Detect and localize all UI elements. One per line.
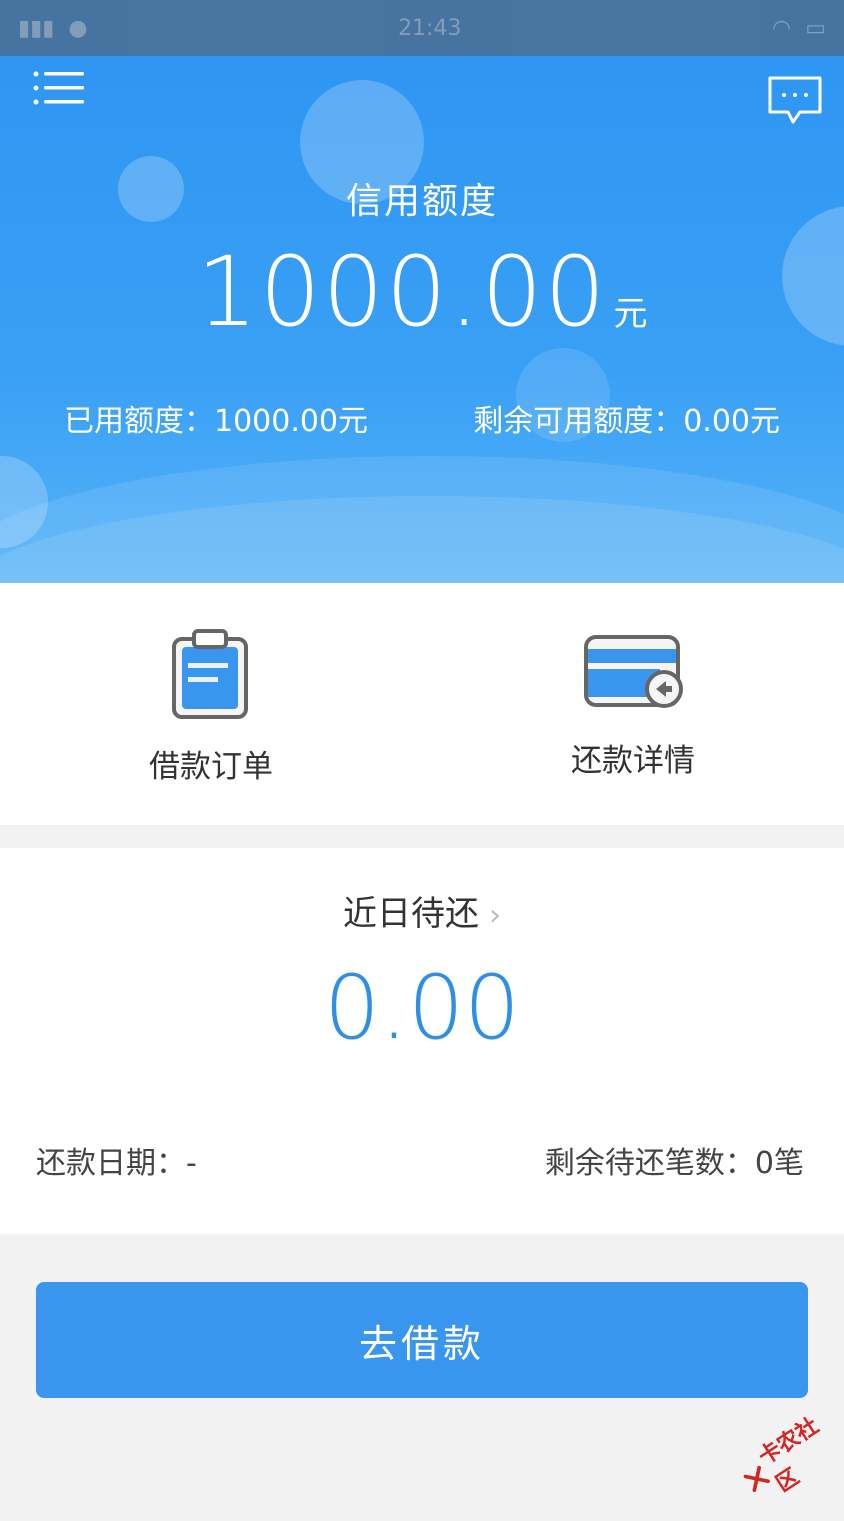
upcoming-due-title: 近日待还 (343, 894, 479, 934)
remaining-repayment-count: 剩余待还笔数：0笔 (544, 1146, 804, 1181)
repayment-details-label: 还款详情 (571, 743, 695, 779)
credit-limit-title: 信用额度 (345, 181, 498, 222)
loan-orders-label: 借款订单 (149, 749, 273, 785)
quick-actions-panel: 借款订单 还款详情 (0, 583, 844, 825)
loan-orders-button[interactable]: 借款订单 (0, 583, 422, 825)
repayment-date: 还款日期：- (36, 1146, 197, 1181)
signal-icon: ▮▮▮ (18, 15, 55, 41)
status-left: ▮▮▮ ● (18, 16, 88, 41)
upcoming-due-amount: 0.00 (324, 956, 520, 1059)
wifi-icon: ◠ (772, 15, 792, 41)
used-credit: 已用额度：1000.00元 (64, 404, 369, 439)
remaining-credit: 剩余可用额度：0.00元 (473, 404, 780, 439)
menu-icon (33, 71, 84, 105)
message-button[interactable] (766, 74, 824, 130)
upcoming-due-link[interactable]: 近日待还 › (0, 886, 844, 935)
currency-unit: 元 (613, 294, 648, 334)
repayment-details-button[interactable]: 还款详情 (422, 583, 844, 825)
apply-loan-button[interactable]: 去借款 (36, 1282, 808, 1398)
card-icon (584, 635, 683, 708)
credit-limit-amount-row: 1000.00 元 (0, 236, 844, 348)
status-right: ◠ ▭ (772, 16, 826, 41)
chat-icon (768, 76, 822, 124)
menu-button[interactable] (32, 68, 88, 108)
chevron-right-icon: › (489, 898, 501, 933)
upcoming-due-card: 近日待还 › 0.00 还款日期：- 剩余待还笔数：0笔 (0, 848, 844, 1234)
status-time: 21:43 (398, 15, 462, 41)
watermark: 卡农社区 (724, 1391, 844, 1521)
clipboard-icon (172, 629, 248, 719)
notification-icon: ● (68, 15, 88, 41)
credit-hero: 信用额度 1000.00 元 已用额度：1000.00元 剩余可用额度：0.00元 (0, 56, 844, 583)
battery-icon: ▭ (805, 15, 826, 41)
status-bar: ▮▮▮ ● 21:43 ◠ ▭ (0, 0, 844, 56)
credit-limit-amount: 1000.00 (196, 236, 608, 348)
